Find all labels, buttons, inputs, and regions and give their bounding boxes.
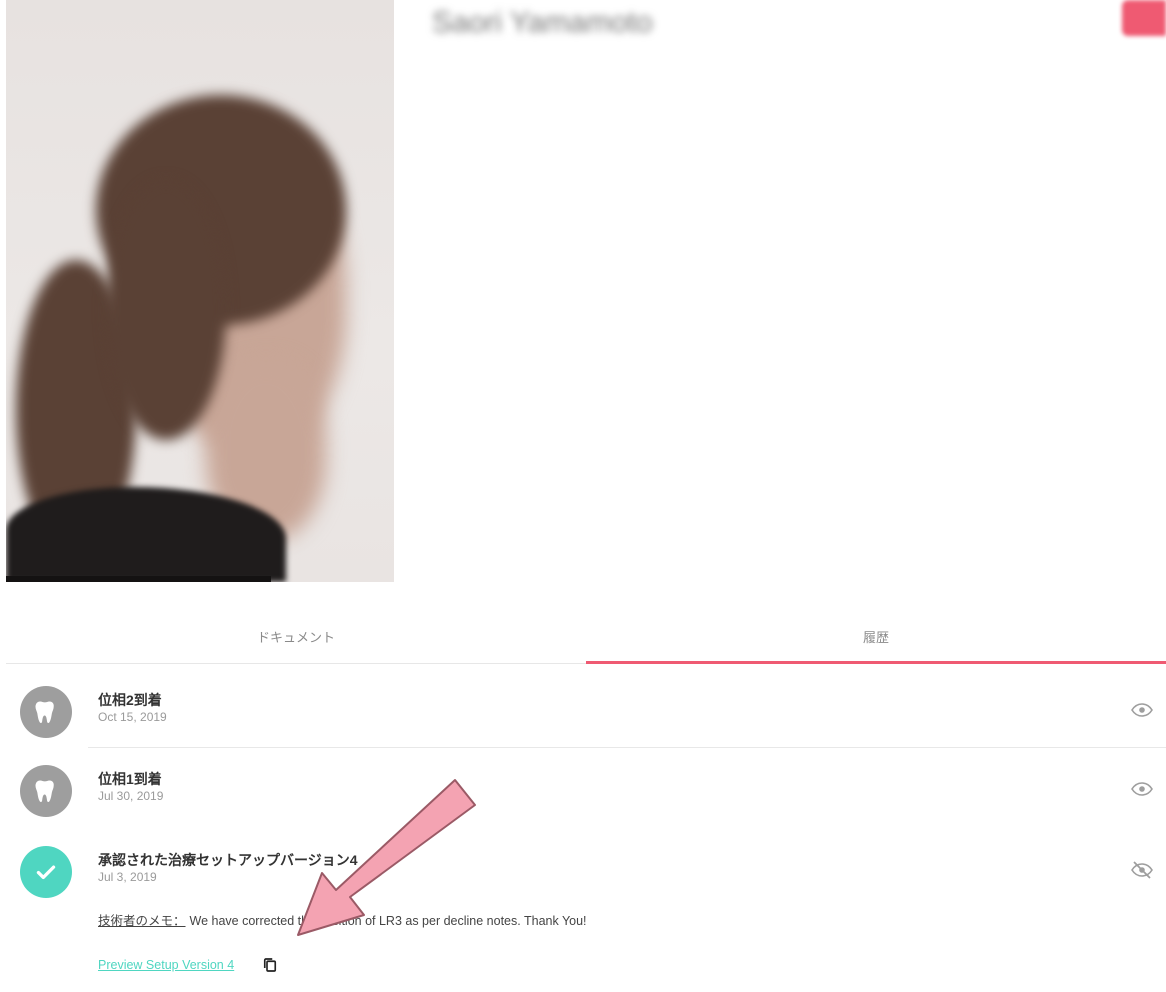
- tooth-icon: [20, 686, 72, 738]
- history-item: 位相2到着 Oct 15, 2019: [6, 686, 1166, 748]
- annotation-arrow: [297, 779, 476, 936]
- tooth-icon: [20, 765, 72, 817]
- history-item: 承認された治療セットアップバージョン4 Jul 3, 2019 技術者のメモ： W…: [6, 846, 1166, 986]
- patient-profile-photo: [6, 0, 394, 582]
- preview-setup-link[interactable]: Preview Setup Version 4: [98, 958, 234, 972]
- eye-icon[interactable]: [1130, 698, 1154, 722]
- eye-off-icon[interactable]: [1130, 858, 1154, 882]
- action-badge[interactable]: [1122, 0, 1166, 36]
- eye-icon[interactable]: [1130, 777, 1154, 801]
- note-label: 技術者のメモ：: [98, 914, 186, 928]
- history-date: Jul 30, 2019: [98, 789, 164, 803]
- history-title: 位相2到着: [98, 692, 162, 708]
- tab-documents[interactable]: ドキュメント: [6, 615, 586, 663]
- tab-bar: ドキュメント 履歴: [6, 615, 1166, 664]
- history-item: 位相1到着 Jul 30, 2019: [6, 765, 1166, 827]
- history-title: 位相1到着: [98, 771, 162, 787]
- tab-history[interactable]: 履歴: [586, 615, 1166, 664]
- check-icon: [20, 846, 72, 898]
- patient-name: Saori Yamamoto: [432, 6, 653, 39]
- history-date: Oct 15, 2019: [98, 710, 167, 724]
- copy-icon[interactable]: [261, 956, 279, 974]
- history-date: Jul 3, 2019: [98, 870, 157, 884]
